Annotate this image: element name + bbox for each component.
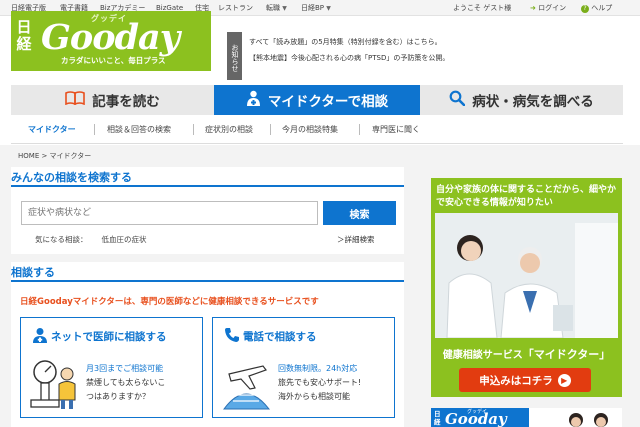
tab-read-articles[interactable]: 記事を読む	[11, 85, 214, 115]
tab-search-symptoms-label: 病状・病気を調べる	[472, 94, 594, 110]
card-phone-line: 回数無制限。24h対応	[278, 364, 358, 373]
search-button[interactable]: 検索	[323, 201, 396, 225]
trending-consultation: 気になる相談： 低血圧の症状	[35, 234, 147, 245]
notice-tag: お知らせ	[227, 32, 242, 80]
logo-gooday-wordmark: Gooday	[41, 17, 180, 58]
subnav-divider	[359, 124, 360, 135]
apply-button-label: 申込みはコチラ	[479, 374, 553, 387]
login-link[interactable]: ➜ ログイン	[530, 0, 566, 16]
doctor-avatar	[566, 412, 616, 427]
card-online-title: ネットで医師に相談する	[51, 331, 167, 343]
site-header: 日経 グッデイ Gooday カラダにいいこと、毎日プラス お知らせ すべて「読…	[0, 11, 640, 84]
topbar-link-nikkeibp[interactable]: 日経BP ▼	[301, 0, 331, 17]
advanced-search-link[interactable]: ＞詳細検索	[337, 234, 375, 245]
section-underline	[11, 185, 404, 187]
ad-service-name: 「マイドクター」	[522, 348, 611, 361]
doctor-icon	[246, 90, 261, 110]
section-underline	[11, 280, 404, 282]
login-icon: ➜	[530, 4, 536, 12]
help-label: ヘルプ	[591, 4, 613, 12]
sub-navigation: マイドクター 相談＆回答の検索 症状別の相談 今月の相談特集 専門医に聞く	[11, 115, 623, 144]
phone-icon	[224, 327, 240, 347]
topbar-nikkeibp-label: 日経BP	[301, 4, 325, 12]
main-tabs: 記事を読む マイドクターで相談 病状・病気を調べる	[11, 85, 623, 121]
consult-search-section: みんなの相談を検索する 検索 気になる相談： 低血圧の症状 ＞詳細検索	[11, 167, 404, 254]
promo-logo-wordmark: Gooday	[445, 410, 507, 427]
welcome-text: ようこそ ゲスト様	[453, 4, 512, 12]
login-label: ログイン	[538, 4, 567, 12]
trending-label: 気になる相談：	[35, 235, 88, 244]
card-online-line: 月3回までご相談可能	[86, 364, 164, 373]
subnav-monthly-feature[interactable]: 今月の相談特集	[282, 115, 338, 144]
mydoctor-ad-banner[interactable]: 自分や家族の体に関することだから、細やかで安心できる情報が知りたい 健康相談サー…	[431, 178, 622, 397]
card-online-line: つはありますか？	[86, 392, 150, 401]
section-title-consult: 相談する	[11, 266, 55, 279]
service-lead-text: 日経Goodayマイドクターは、専門の医師などに健康相談できるサービスです	[20, 297, 319, 307]
plane-globe-illustration	[219, 354, 274, 416]
help-icon: ?	[581, 5, 589, 13]
promo-logo-box: 日経 グッデイ Gooday	[431, 408, 529, 427]
card-phone-consult[interactable]: 電話で相談する 回数無制限。24h対応 旅先でも安心サポート! 海外からも相談可…	[212, 317, 395, 418]
subnav-search-answers[interactable]: 相談＆回答の検索	[107, 115, 171, 144]
subnav-by-symptom[interactable]: 症状別の相談	[205, 115, 253, 144]
doctor-avatar-icon	[32, 327, 48, 347]
tab-mydoctor-consult[interactable]: マイドクターで相談	[214, 85, 420, 115]
magnifier-icon	[449, 90, 466, 110]
tab-read-articles-label: 記事を読む	[92, 94, 160, 110]
search-input[interactable]	[21, 201, 318, 225]
apply-button[interactable]: 申込みはコチラ ▶	[459, 368, 591, 392]
logo-tagline: カラダにいいこと、毎日プラス	[61, 56, 166, 65]
gooday-promo-banner[interactable]: 日経 グッデイ Gooday	[431, 408, 622, 427]
notice-item[interactable]: 【熊本地震】今後心配される心の病「PTSD」の予防策を公開。	[249, 53, 449, 63]
card-online-consult[interactable]: ネットで医師に相談する 月3回までご相談可能 禁煙しても太らないこ つはあります…	[20, 317, 203, 418]
breadcrumb: HOME > マイドクター	[18, 152, 92, 160]
notice-item[interactable]: すべて「読み放題」の5月特集（特別付録を含む）はこちら。	[249, 37, 442, 47]
subnav-mydoctor[interactable]: マイドクター	[28, 115, 76, 144]
card-phone-title: 電話で相談する	[243, 331, 317, 343]
tab-mydoctor-consult-label: マイドクターで相談	[267, 94, 389, 110]
subnav-divider	[94, 124, 95, 135]
doctors-photo	[435, 213, 618, 338]
topbar-link-career[interactable]: 転職 ▼	[266, 0, 287, 17]
tab-search-symptoms[interactable]: 病状・病気を調べる	[420, 85, 623, 115]
card-phone-line: 海外からも相談可能	[278, 392, 350, 401]
consult-section: 相談する 日経Goodayマイドクターは、専門の医師などに健康相談できるサービス…	[11, 262, 404, 427]
chevron-down-icon: ▼	[326, 5, 331, 12]
ad-service-prefix: 健康相談サービス	[442, 350, 523, 361]
logo-nikkei: 日経	[16, 18, 32, 53]
arrow-right-icon: ▶	[557, 373, 571, 387]
help-link[interactable]: ? ヘルプ	[581, 0, 612, 16]
ad-service-line: 健康相談サービス「マイドクター」	[433, 346, 620, 362]
card-online-line: 禁煙しても太らないこ	[86, 378, 166, 387]
trending-link[interactable]: 低血圧の症状	[102, 235, 147, 244]
topbar-link-restaurant[interactable]: レストラン	[218, 0, 253, 16]
subnav-divider	[193, 124, 194, 135]
card-phone-line: 旅先でも安心サポート!	[278, 378, 362, 387]
book-icon	[65, 91, 86, 109]
chevron-down-icon: ▼	[282, 5, 287, 12]
topbar-career-label: 転職	[266, 4, 280, 12]
subnav-ask-specialist[interactable]: 専門医に聞く	[372, 115, 420, 144]
section-title-search: みんなの相談を検索する	[11, 171, 132, 184]
ad-headline: 自分や家族の体に関することだから、細やかで安心できる情報が知りたい	[436, 185, 617, 208]
subnav-divider	[270, 124, 271, 135]
promo-logo-nikkei: 日経	[434, 410, 441, 426]
gooday-logo[interactable]: 日経 グッデイ Gooday カラダにいいこと、毎日プラス	[11, 11, 211, 71]
scale-illustration	[27, 354, 82, 416]
